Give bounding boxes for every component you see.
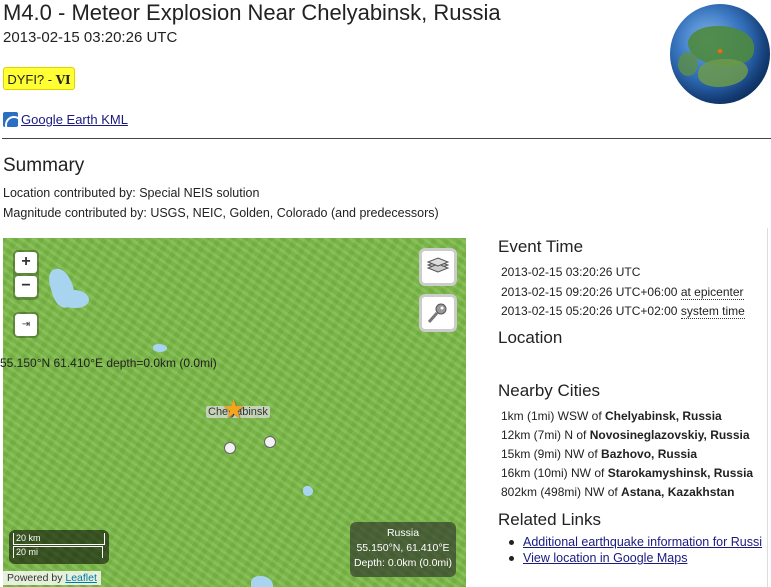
lake <box>61 290 89 308</box>
event-time-system: 2013-02-15 05:20:26 UTC+02:00 system tim… <box>501 304 745 319</box>
attribution-prefix: Powered by <box>7 572 63 584</box>
nearby-city-marker[interactable] <box>224 442 236 454</box>
nearby-cities-list: 1km (1mi) WSW of Chelyabinsk, Russia 12k… <box>501 409 753 504</box>
nearby-city-row: 15km (9mi) NW of Bazhovo, Russia <box>501 447 753 466</box>
scale-mi: 20 mi <box>13 546 103 558</box>
additional-info-link[interactable]: Additional earthquake information for Ru… <box>523 535 762 549</box>
lake <box>153 344 167 352</box>
zoom-out-button[interactable]: − <box>15 276 37 297</box>
event-time-heading: Event Time <box>498 237 584 256</box>
location-value: 55.150°N 61.410°E depth=0.0km (0.0mi) <box>0 356 217 370</box>
system-time-label: system time <box>680 304 745 319</box>
info-depth: Depth: 0.0km (0.0mi) <box>353 557 453 569</box>
event-time-epicenter: 2013-02-15 09:20:26 UTC+06:00 at epicent… <box>501 285 744 300</box>
leaflet-link[interactable]: Leaflet <box>65 572 97 584</box>
event-time-utc: 2013-02-15 03:20:26 UTC <box>501 265 641 279</box>
fullscreen-button[interactable]: ⇥ <box>15 314 37 336</box>
location-heading: Location <box>498 328 563 347</box>
layers-button[interactable] <box>419 248 457 286</box>
related-link-item: Additional earthquake information for Ru… <box>509 535 769 549</box>
city-distance: 12km (7mi) N of <box>501 428 587 442</box>
scale-km: 20 km <box>13 533 105 545</box>
map-info-box: Russia 55.150°N, 61.410°E Depth: 0.0km (… <box>350 522 456 577</box>
city-name: Starokamyshinsk, Russia <box>607 466 754 480</box>
nearby-city-row: 16km (10mi) NW of Starokamyshinsk, Russi… <box>501 466 753 485</box>
nearby-city-marker[interactable] <box>264 436 276 448</box>
magnitude-contributor: Magnitude contributed by: USGS, NEIC, Go… <box>3 206 439 220</box>
globe-thumbnail: ★ <box>670 4 770 104</box>
location-contributor: Location contributed by: Special NEIS so… <box>3 186 260 200</box>
city-distance: 1km (1mi) WSW of <box>501 409 602 423</box>
related-link-item: View location in Google Maps <box>509 551 687 565</box>
system-time-value: 2013-02-15 05:20:26 UTC+02:00 <box>501 304 678 318</box>
bullet <box>509 556 514 562</box>
zoom-control: + − <box>13 250 39 300</box>
layers-icon <box>426 257 450 273</box>
lake <box>303 486 313 496</box>
nearby-city-row: 802km (498mi) NW of Astana, Kazakhstan <box>501 485 753 504</box>
city-name: Novosineglazovskiy, Russia <box>589 428 750 442</box>
fullscreen-control: ⇥ <box>13 312 39 338</box>
nearby-city-row: 12km (7mi) N of Novosineglazovskiy, Russ… <box>501 428 753 447</box>
page-title: M4.0 - Meteor Explosion Near Chelyabinsk… <box>3 0 501 25</box>
dyfi-badge[interactable]: DYFI? - VI <box>3 67 75 90</box>
key-button[interactable] <box>419 294 457 332</box>
google-maps-link[interactable]: View location in Google Maps <box>523 551 687 565</box>
city-name: Bazhovo, Russia <box>601 447 698 461</box>
city-distance: 15km (9mi) NW of <box>501 447 598 461</box>
dyfi-intensity: VI <box>55 73 71 87</box>
city-distance: 16km (10mi) NW of <box>501 466 605 480</box>
google-earth-icon <box>3 112 18 127</box>
city-distance: 802km (498mi) NW of <box>501 485 618 499</box>
info-coordinates: 55.150°N, 61.410°E <box>356 542 450 554</box>
bullet <box>509 540 514 546</box>
lake <box>251 576 273 587</box>
kml-link-label: Google Earth KML <box>21 112 128 127</box>
dyfi-label: DYFI? - <box>7 72 53 87</box>
globe-epicenter-icon: ★ <box>716 46 725 56</box>
nearby-city-row: 1km (1mi) WSW of Chelyabinsk, Russia <box>501 409 753 428</box>
map-scale: 20 km 20 mi <box>9 530 109 564</box>
scrollbar-edge <box>767 228 768 587</box>
epicenter-time-value: 2013-02-15 09:20:26 UTC+06:00 <box>501 285 678 299</box>
city-name: Chelyabinsk, Russia <box>605 409 722 423</box>
epicenter-label: at epicenter <box>680 285 744 300</box>
epicenter-star-icon[interactable]: ★ <box>222 396 245 422</box>
summary-heading: Summary <box>3 155 85 176</box>
event-time-subtitle: 2013-02-15 03:20:26 UTC <box>3 29 178 46</box>
zoom-in-button[interactable]: + <box>15 252 37 273</box>
city-name: Astana, Kazakhstan <box>621 485 735 499</box>
key-icon <box>427 303 447 323</box>
event-map[interactable]: + − ⇥ Chelyabinsk ★ 20 km 20 mi Russia 5… <box>3 238 466 587</box>
related-links-heading: Related Links <box>498 510 602 529</box>
info-country: Russia <box>386 527 420 539</box>
google-earth-kml-link[interactable]: Google Earth KML <box>3 112 128 127</box>
header-divider <box>2 138 771 139</box>
map-attribution: Powered by Leaflet <box>3 571 101 585</box>
nearby-cities-heading: Nearby Cities <box>498 381 601 400</box>
